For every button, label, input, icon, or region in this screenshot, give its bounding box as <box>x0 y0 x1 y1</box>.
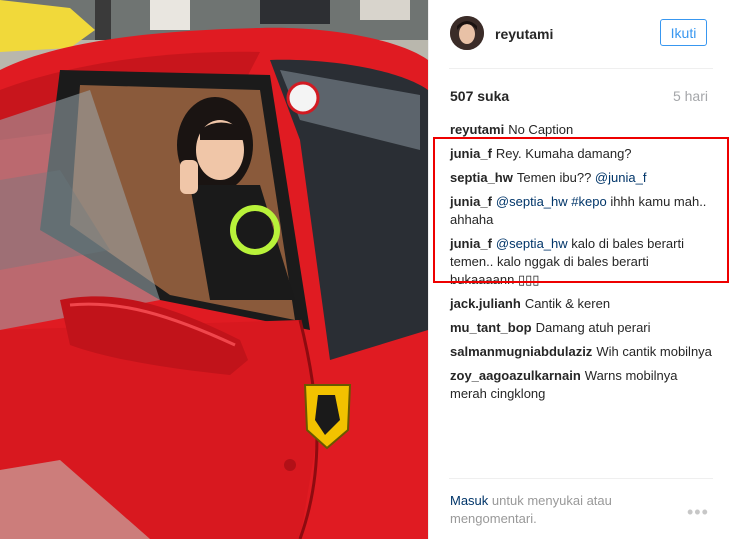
comment-username[interactable]: salmanmugniabdulaziz <box>450 344 592 359</box>
comment-username[interactable]: mu_tant_bop <box>450 320 532 335</box>
comment-username[interactable]: junia_f <box>450 236 492 251</box>
photo-car-illustration <box>0 0 428 539</box>
comment-mention-link[interactable]: @septia_hw <box>496 236 568 251</box>
follow-button[interactable]: Ikuti <box>660 19 707 46</box>
post-sidebar: reyutami Ikuti 507 suka 5 hari reyutami N… <box>428 0 732 539</box>
comment-username[interactable]: jack.julianh <box>450 296 521 311</box>
comment-mention-link[interactable]: @junia_f <box>595 170 647 185</box>
comment-item: salmanmugniabdulaziz Wih cantik mobilnya <box>450 343 712 361</box>
post-photo[interactable] <box>0 0 428 539</box>
footer-divider <box>449 478 713 479</box>
comment-item: junia_f @septia_hw #kepo ihhh kamu mah.. … <box>450 193 712 229</box>
comment-text: Rey. Kumaha damang? <box>495 146 632 161</box>
header-divider <box>449 68 713 69</box>
comment-item: mu_tant_bop Damang atuh perari <box>450 319 712 337</box>
comment-item: junia_f Rey. Kumaha damang? <box>450 145 712 163</box>
comment-text: Wih cantik mobilnya <box>596 344 712 359</box>
avatar[interactable] <box>450 16 484 50</box>
comment-text: No Caption <box>508 122 574 137</box>
post-timestamp[interactable]: 5 hari <box>673 88 708 104</box>
comment-username[interactable]: junia_f <box>450 146 492 161</box>
post-header: reyutami Ikuti <box>429 0 732 68</box>
comment-username[interactable]: septia_hw <box>450 170 513 185</box>
comment-item: jack.julianh Cantik & keren <box>450 295 712 313</box>
comment-username[interactable]: reyutami <box>450 122 504 137</box>
avatar-image <box>450 16 484 50</box>
comment-mention-link[interactable]: @septia_hw <box>496 194 568 209</box>
comment-list: reyutami No Caption junia_f Rey. Kumaha dam… <box>450 121 712 409</box>
comment-text: Damang atuh perari <box>535 320 651 335</box>
comment-text: Temen ibu?? <box>516 170 595 185</box>
like-count[interactable]: 507 suka <box>450 88 509 104</box>
comment-item: septia_hw Temen ibu?? @junia_f <box>450 169 712 187</box>
comment-item: zoy_aagoazulkarnain Warns mobilnya merah … <box>450 367 712 403</box>
comment-username[interactable]: zoy_aagoazulkarnain <box>450 368 581 383</box>
comment-username[interactable]: junia_f <box>450 194 492 209</box>
comment-item: reyutami No Caption <box>450 121 712 139</box>
more-options-icon[interactable]: ••• <box>687 502 709 523</box>
login-link[interactable]: Masuk <box>450 493 488 508</box>
login-prompt: Masuk untuk menyukai atau mengomentari. <box>450 492 670 528</box>
comment-text: Cantik & keren <box>524 296 611 311</box>
post-author-username[interactable]: reyutami <box>495 26 553 42</box>
comment-item: junia_f @septia_hw kalo di bales berarti … <box>450 235 712 289</box>
comment-mention-link[interactable]: #kepo <box>571 194 606 209</box>
